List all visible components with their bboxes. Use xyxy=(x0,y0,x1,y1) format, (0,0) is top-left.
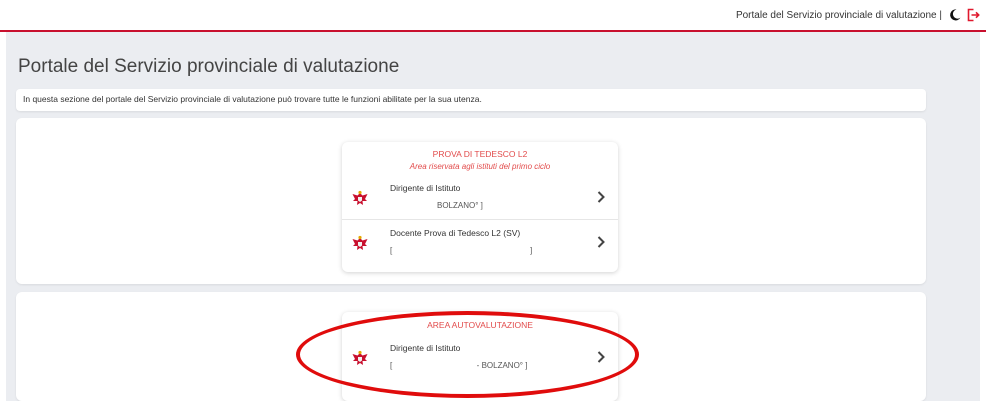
role-row-dirigente[interactable]: Dirigente di Istituto BOLZANO° ] xyxy=(342,179,618,220)
school-detail: BOLZANO° ] xyxy=(437,201,483,210)
role-row-docente[interactable]: Docente Prova di Tedesco L2 (SV) [ ] xyxy=(342,224,618,264)
chevron-right-icon[interactable] xyxy=(596,350,606,364)
logout-icon[interactable] xyxy=(966,8,980,22)
eagle-emblem-icon xyxy=(352,350,368,365)
role-label: Docente Prova di Tedesco L2 (SV) xyxy=(390,228,521,238)
role-label: Dirigente di Istituto xyxy=(390,343,461,353)
top-bar: Portale del Servizio provinciale di valu… xyxy=(0,0,986,32)
chevron-right-icon[interactable] xyxy=(596,235,606,249)
section-prova-tedesco: PROVA DI TEDESCO L2 Area riservata agli … xyxy=(16,118,926,284)
chevron-right-icon[interactable] xyxy=(596,190,606,204)
card-subtitle: Area riservata agli istituti del primo c… xyxy=(409,162,551,171)
eagle-emblem-icon xyxy=(352,190,368,205)
role-row-dirigente-autovalutazione[interactable]: Dirigente di Istituto [ - BOLZANO° ] xyxy=(342,339,618,379)
card-title: PROVA DI TEDESCO L2 xyxy=(432,149,528,159)
header-portal-title: Portale del Servizio provinciale di valu… xyxy=(735,10,942,21)
school-detail: [ ] xyxy=(390,246,533,255)
card-autovalutazione: AREA AUTOVALUTAZIONE Dirigente di Istitu… xyxy=(342,312,618,401)
eagle-emblem-icon xyxy=(352,235,368,250)
school-detail: [ - BOLZANO° ] xyxy=(390,361,528,370)
role-label: Dirigente di Istituto xyxy=(390,183,461,193)
card-prova-tedesco: PROVA DI TEDESCO L2 Area riservata agli … xyxy=(342,142,618,272)
moon-icon[interactable] xyxy=(948,8,962,22)
main-content: Portale del Servizio provinciale di valu… xyxy=(6,32,980,401)
page-title: Portale del Servizio provinciale di valu… xyxy=(18,56,400,77)
section-autovalutazione: AREA AUTOVALUTAZIONE Dirigente di Istitu… xyxy=(16,292,926,401)
info-banner: In questa sezione del portale del Serviz… xyxy=(16,89,926,111)
card-title: AREA AUTOVALUTAZIONE xyxy=(427,320,533,330)
